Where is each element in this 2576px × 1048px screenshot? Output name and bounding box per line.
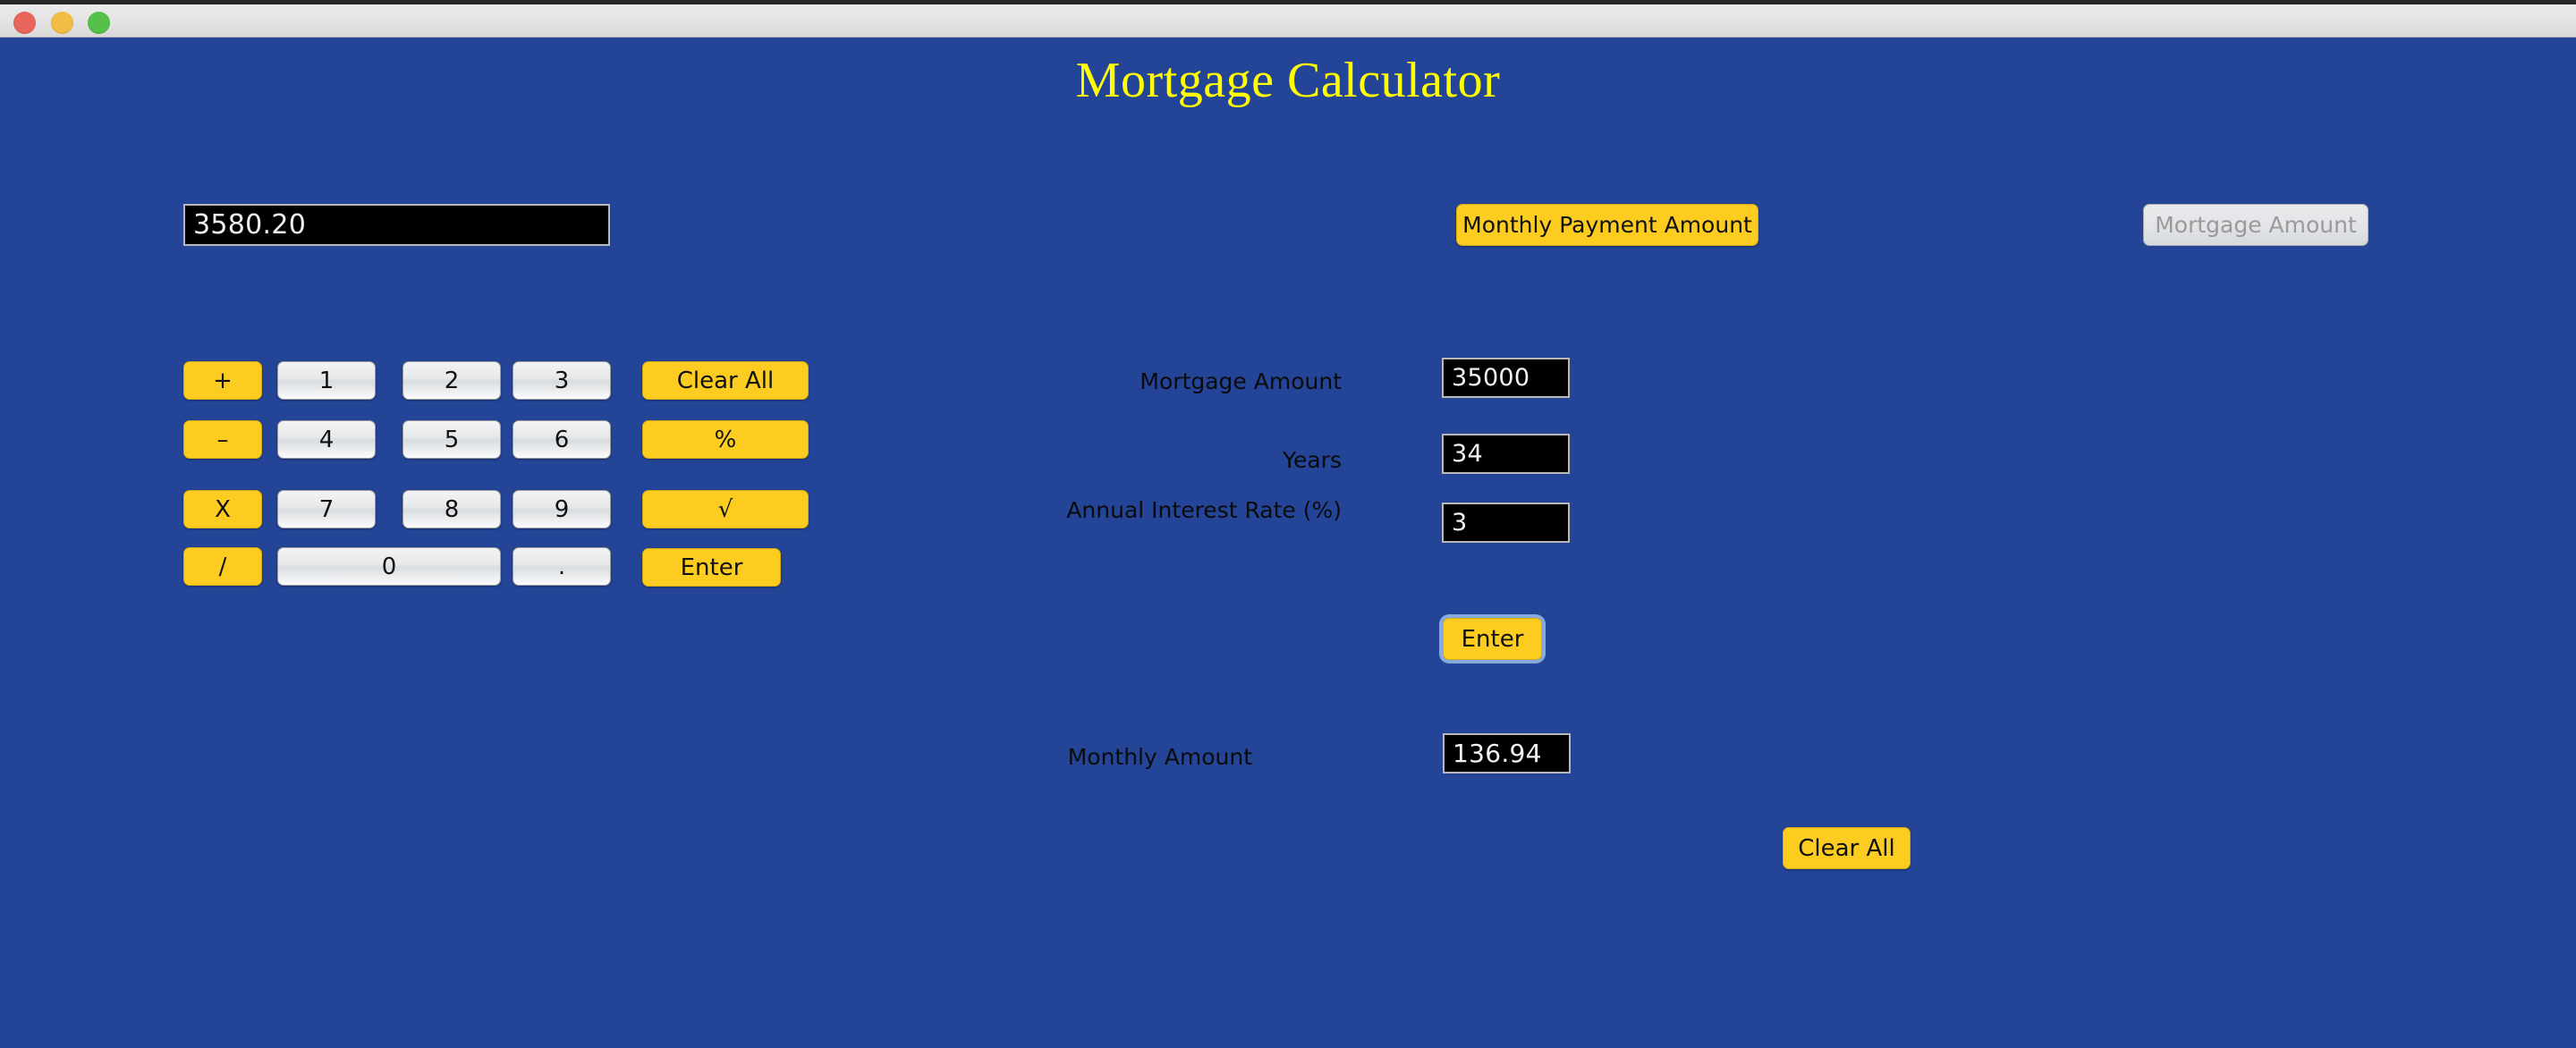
years-input[interactable]: 34 xyxy=(1442,434,1570,474)
window-maximize-button[interactable] xyxy=(88,12,110,34)
years-label: Years xyxy=(1283,447,1342,473)
window-title-bar xyxy=(0,0,2576,38)
title-bar-top-strip xyxy=(0,0,2576,4)
keypad-key-minus[interactable]: – xyxy=(183,420,262,459)
keypad-key-plus[interactable]: + xyxy=(183,361,262,400)
application-window: Mortgage Calculator 3580.20 +1 2 3 Clear Al… xyxy=(0,0,2576,1048)
mortgage-amount-label: Mortgage Amount xyxy=(1140,368,1342,394)
page-title: Mortgage Calculator xyxy=(1075,53,1501,108)
window-close-button[interactable] xyxy=(13,12,36,34)
annual-interest-rate-input[interactable]: 3 xyxy=(1442,503,1570,543)
monthly-payment-amount-tab[interactable]: Monthly Payment Amount xyxy=(1456,204,1758,246)
mortgage-amount-input[interactable]: 35000 xyxy=(1442,358,1570,398)
window-minimize-button[interactable] xyxy=(51,12,73,34)
keypad-key-two[interactable]: 2 xyxy=(402,361,501,400)
keypad-key-divide[interactable]: / xyxy=(183,547,262,586)
keypad-key-nine[interactable]: 9 xyxy=(513,490,611,528)
keypad-key-percent[interactable]: % xyxy=(642,420,809,459)
keypad-key-multiply[interactable]: X xyxy=(183,490,262,528)
monthly-amount-output: 136.94 xyxy=(1443,733,1571,773)
keypad-key-five[interactable]: 5 xyxy=(402,420,501,459)
keypad-key-eight[interactable]: 8 xyxy=(402,490,501,528)
keypad-key-zero[interactable]: 0 xyxy=(277,547,501,586)
keypad-key-clear-all[interactable]: Clear All xyxy=(642,361,809,400)
keypad-key-enter[interactable]: Enter xyxy=(642,548,781,587)
keypad-key-three[interactable]: 3 xyxy=(513,361,611,400)
calculator-display[interactable]: 3580.20 xyxy=(183,204,610,246)
app-canvas xyxy=(0,38,2576,1048)
keypad-key-decimal[interactable]: . xyxy=(513,547,611,586)
keypad-key-four[interactable]: 4 xyxy=(277,420,376,459)
keypad-key-seven[interactable]: 7 xyxy=(277,490,376,528)
monthly-amount-label: Monthly Amount xyxy=(1067,744,1252,770)
form-enter-button[interactable]: Enter xyxy=(1443,618,1542,660)
keypad-key-sqrt[interactable]: √ xyxy=(642,490,809,528)
mortgage-amount-tab[interactable]: Mortgage Amount xyxy=(2143,204,2368,246)
form-clear-all-button[interactable]: Clear All xyxy=(1783,827,1911,869)
keypad-key-one[interactable]: 1 xyxy=(277,361,376,400)
keypad-key-six[interactable]: 6 xyxy=(513,420,611,459)
annual-interest-rate-label: Annual Interest Rate (%) xyxy=(1066,497,1342,523)
